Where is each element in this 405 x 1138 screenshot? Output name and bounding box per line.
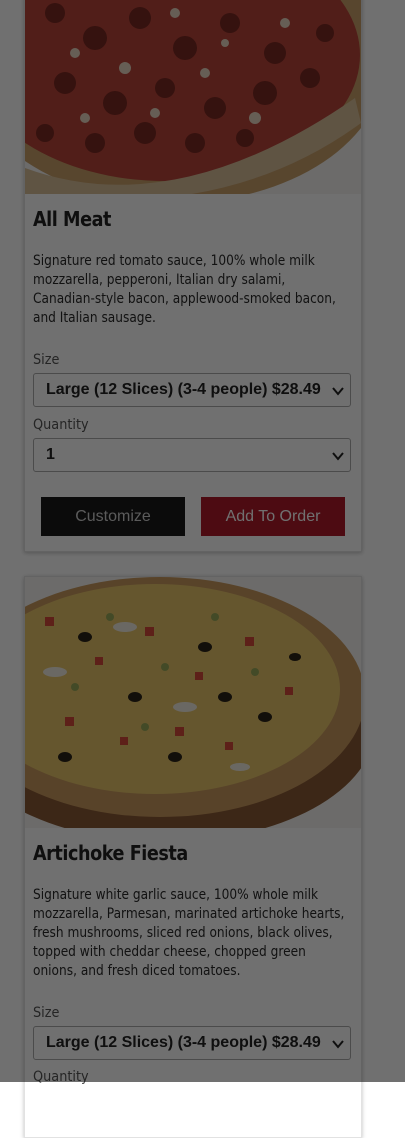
chevron-down-icon xyxy=(332,1040,344,1049)
product-title: All Meat xyxy=(33,207,112,231)
quantity-label: Quantity xyxy=(33,417,89,433)
size-select-value: Large (12 Slices) (3-4 people) $28.49 xyxy=(46,1034,321,1051)
quantity-label: Quantity xyxy=(33,1069,89,1085)
product-list: All Meat Signature red tomato sauce, 100… xyxy=(0,0,405,1138)
pizza-photo-icon xyxy=(25,0,361,194)
size-select-value: Large (12 Slices) (3-4 people) $28.49 xyxy=(46,381,321,398)
size-select[interactable]: Large (12 Slices) (3-4 people) $28.49 xyxy=(33,1026,351,1060)
size-select[interactable]: Large (12 Slices) (3-4 people) $28.49 xyxy=(33,373,351,407)
chevron-down-icon xyxy=(332,452,344,461)
add-to-order-button[interactable]: Add To Order xyxy=(201,497,345,536)
product-card: All Meat Signature red tomato sauce, 100… xyxy=(24,0,362,552)
quantity-select-value: 1 xyxy=(46,446,55,463)
customize-button[interactable]: Customize xyxy=(41,497,185,536)
size-label: Size xyxy=(33,1005,60,1021)
product-description: Signature red tomato sauce, 100% whole m… xyxy=(33,253,336,326)
chevron-down-icon xyxy=(332,387,344,396)
pizza-image[interactable] xyxy=(25,0,361,194)
product-title: Artichoke Fiesta xyxy=(33,841,188,865)
product-description: Signature white garlic sauce, 100% whole… xyxy=(33,887,345,979)
size-label: Size xyxy=(33,352,60,368)
pizza-photo-icon xyxy=(25,577,361,828)
quantity-select[interactable]: 1 xyxy=(33,438,351,472)
product-card: Artichoke Fiesta Signature white garlic … xyxy=(24,576,362,1138)
pizza-image[interactable] xyxy=(25,577,361,828)
